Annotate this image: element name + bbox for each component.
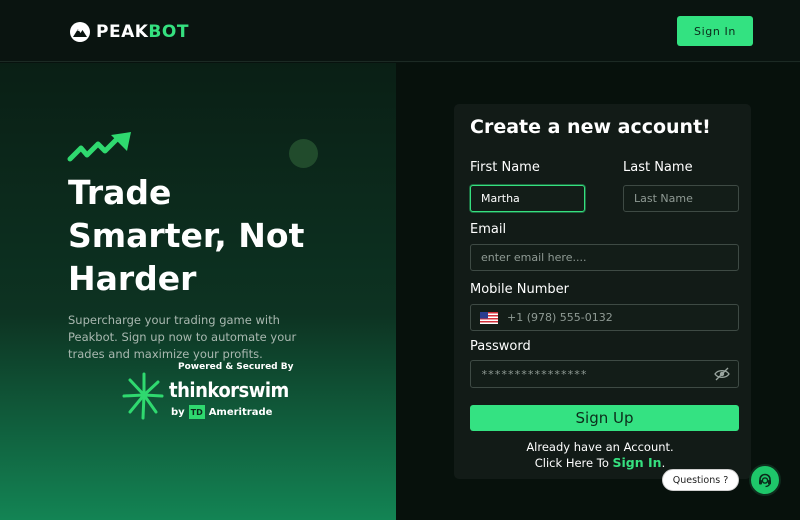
- mobile-field: [470, 304, 739, 331]
- decorative-dot: [289, 139, 318, 168]
- sign-up-button[interactable]: Sign Up: [470, 405, 739, 431]
- password-field: [470, 360, 739, 388]
- email-input[interactable]: [470, 244, 739, 271]
- partner-by-text: by: [171, 406, 185, 418]
- first-name-label: First Name: [470, 160, 540, 175]
- logo-text-bot: BOT: [148, 22, 189, 42]
- last-name-label: Last Name: [623, 160, 693, 175]
- hero-title-line2: Smarter, Not: [68, 216, 305, 255]
- mobile-label: Mobile Number: [470, 282, 569, 297]
- logo-text: PEAKBOT: [96, 22, 189, 42]
- thinkorswim-by: by TD Ameritrade: [171, 405, 272, 419]
- sign-in-link[interactable]: Sign In: [613, 455, 662, 470]
- thinkorswim-logo: thinkorswim by TD Ameritrade: [122, 370, 289, 420]
- partner-company-text: Ameritrade: [208, 406, 273, 418]
- hero-panel: Trade Smarter, Not Harder Supercharge yo…: [0, 63, 396, 520]
- logo-text-peak: PEAK: [96, 22, 149, 42]
- hero-title-line3: Harder: [68, 259, 197, 298]
- top-header: PEAKBOT Sign In: [0, 0, 800, 62]
- hero-subtitle: Supercharge your trading game with Peakb…: [68, 313, 297, 361]
- hero-title-line1: Trade: [68, 173, 172, 212]
- password-label: Password: [470, 339, 531, 354]
- thinkorswim-name: thinkorswim: [169, 378, 289, 402]
- header-sign-in-button[interactable]: Sign In: [677, 16, 753, 46]
- questions-button[interactable]: Questions ?: [662, 469, 739, 491]
- thinkorswim-burst-icon: [122, 372, 164, 420]
- first-name-input[interactable]: [470, 185, 585, 212]
- headset-icon: [759, 473, 771, 488]
- logo-mountain-icon: [70, 22, 90, 42]
- support-chat-button[interactable]: [749, 464, 781, 496]
- us-flag-icon[interactable]: [480, 312, 498, 324]
- click-here-text: Click Here To: [534, 456, 609, 470]
- email-label: Email: [470, 222, 507, 237]
- already-account-text: Already have an Account. Click Here To S…: [470, 440, 730, 471]
- mobile-input[interactable]: [501, 305, 737, 330]
- eye-slash-icon[interactable]: [714, 367, 730, 381]
- peakbot-logo[interactable]: PEAKBOT: [70, 20, 189, 44]
- already-line: Already have an Account.: [526, 440, 674, 454]
- period-text: .: [661, 456, 666, 470]
- trend-up-arrow-icon: [67, 132, 131, 162]
- last-name-input[interactable]: [623, 185, 739, 212]
- password-input[interactable]: [471, 361, 706, 387]
- hero-title: Trade Smarter, Not Harder: [68, 171, 368, 300]
- form-title: Create a new account!: [470, 116, 711, 138]
- td-badge: TD: [188, 405, 205, 419]
